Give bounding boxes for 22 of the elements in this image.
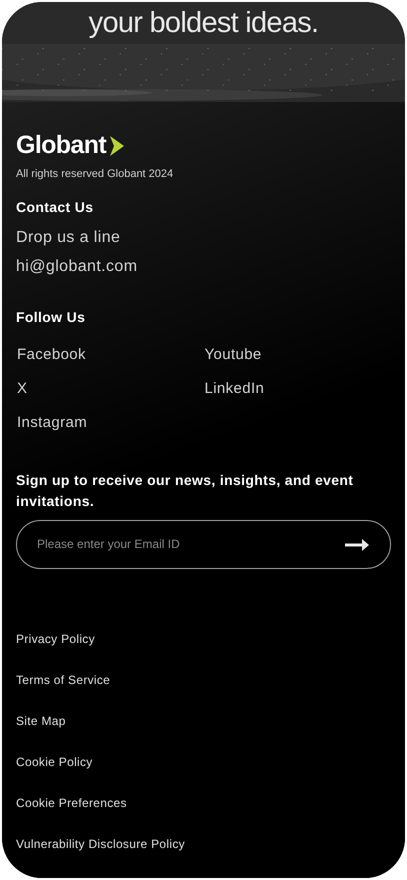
email-field[interactable]: Please enter your Email ID [16,520,391,568]
contact-heading: Contact Us [16,198,94,216]
arrow-right-icon[interactable] [345,538,369,552]
social-link[interactable]: X [16,380,204,398]
legal-link[interactable]: Privacy Policy [16,630,391,646]
legal-link[interactable]: Site Map [16,712,391,728]
contact-link[interactable]: Drop us a line [16,228,391,246]
legal-link[interactable]: Vulnerability Disclosure Policy [16,836,391,852]
logo-wordmark: Globant [16,133,106,158]
social-link[interactable]: Youtube [204,346,391,364]
copyright-text: All rights reserved Globant 2024 [16,167,174,182]
social-link[interactable]: LinkedIn [204,380,391,398]
social-link[interactable]: Instagram [16,414,204,432]
newsletter-prompt: Sign up to receive our news, insights, and event invitations. [16,470,354,510]
follow-heading: Follow Us [16,308,86,326]
contact-link[interactable]: hi@globant.com [16,256,391,276]
hero-headline: your boldest ideas. [88,9,318,38]
chevron-logo-icon [109,134,126,156]
legal-link[interactable]: Terms of Service [16,672,391,688]
legal-link[interactable]: Cookie Policy [16,754,391,770]
legal-link[interactable]: Cookie Preferences [16,794,391,810]
social-link[interactable]: Facebook [16,346,204,364]
